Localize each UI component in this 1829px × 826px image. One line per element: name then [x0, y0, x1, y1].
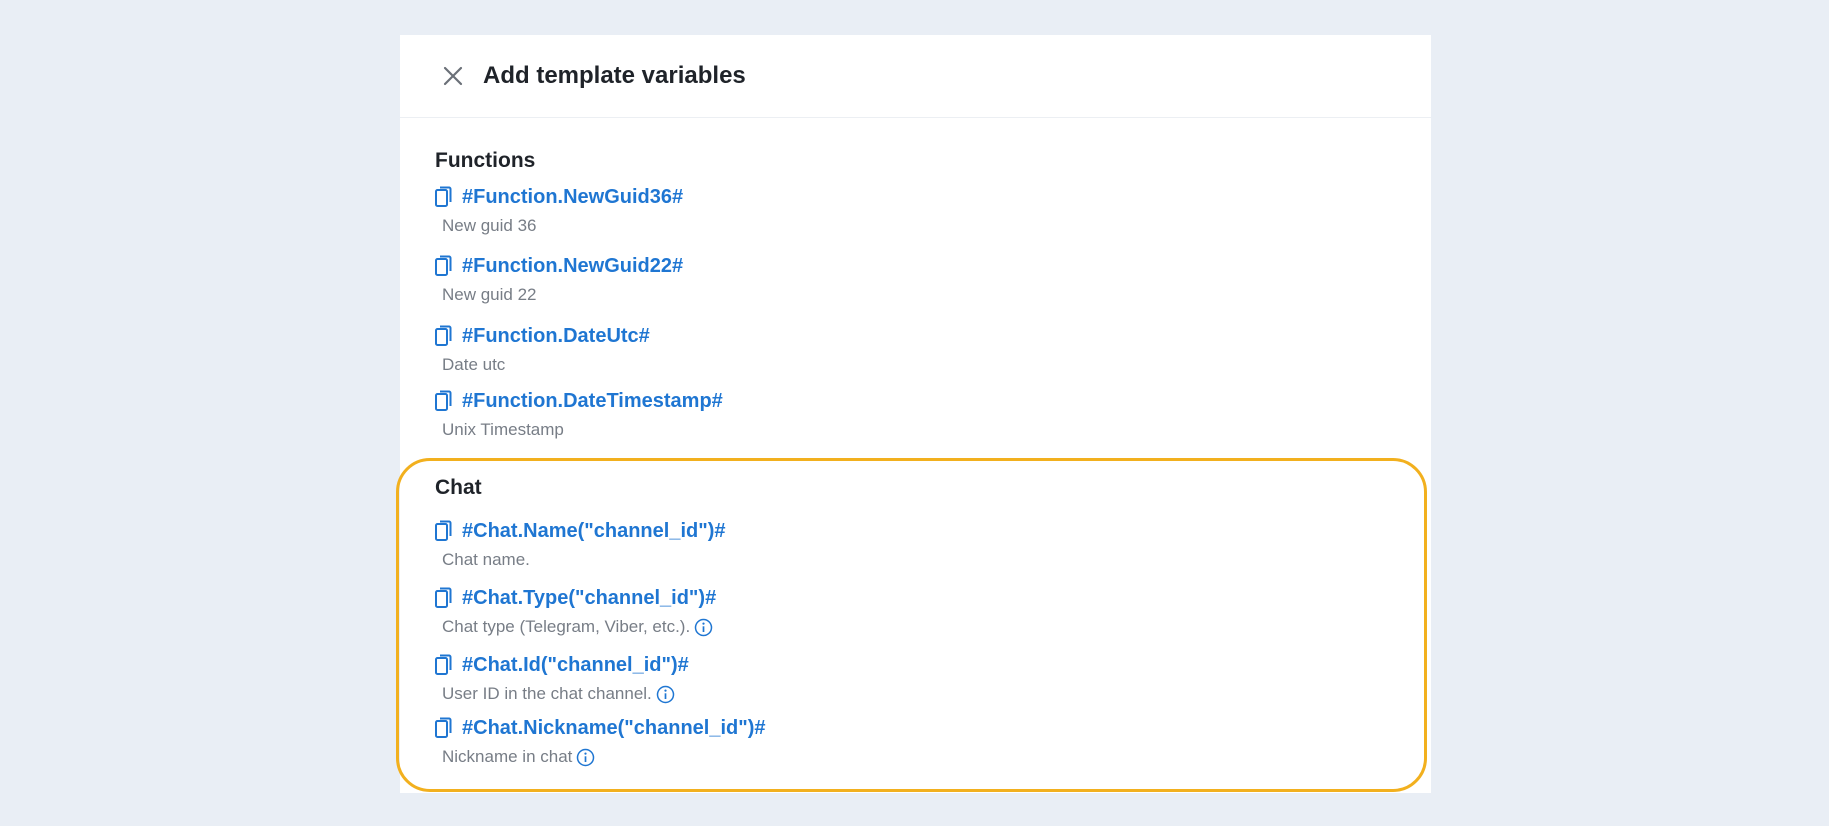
- variable-item: #Chat.Type("channel_id")# Chat type (Tel…: [435, 583, 716, 639]
- close-icon: [443, 66, 463, 86]
- variable-link[interactable]: #Chat.Nickname("channel_id")#: [435, 713, 766, 743]
- copy-icon[interactable]: [435, 654, 452, 676]
- variable-description: Unix Timestamp: [442, 420, 564, 439]
- variable-name[interactable]: #Function.DateUtc#: [462, 321, 650, 351]
- variable-item: #Chat.Name("channel_id")# Chat name.: [435, 516, 725, 572]
- variable-name[interactable]: #Chat.Name("channel_id")#: [462, 516, 725, 546]
- copy-icon[interactable]: [435, 717, 452, 739]
- copy-icon[interactable]: [435, 325, 452, 347]
- variable-description: New guid 22: [442, 285, 537, 304]
- copy-icon[interactable]: [435, 520, 452, 542]
- variable-link[interactable]: #Chat.Id("channel_id")#: [435, 650, 689, 680]
- dialog-header: Add template variables: [400, 35, 1431, 118]
- variable-description: Chat name.: [442, 550, 530, 569]
- variable-item: #Chat.Id("channel_id")# User ID in the c…: [435, 650, 689, 706]
- info-icon[interactable]: [656, 685, 675, 704]
- copy-icon[interactable]: [435, 255, 452, 277]
- variable-link[interactable]: #Chat.Type("channel_id")#: [435, 583, 716, 613]
- variable-item: #Function.DateTimestamp# Unix Timestamp: [435, 386, 723, 442]
- close-button[interactable]: [438, 61, 468, 91]
- variable-link[interactable]: #Function.DateTimestamp#: [435, 386, 723, 416]
- variable-link[interactable]: #Chat.Name("channel_id")#: [435, 516, 725, 546]
- copy-icon[interactable]: [435, 186, 452, 208]
- variable-name[interactable]: #Function.NewGuid22#: [462, 251, 683, 281]
- variable-link[interactable]: #Function.NewGuid36#: [435, 182, 683, 212]
- section-title-chat: Chat: [435, 476, 482, 499]
- variable-description: Nickname in chat: [442, 747, 573, 766]
- info-icon[interactable]: [576, 748, 595, 767]
- variable-description: Date utc: [442, 355, 506, 374]
- variable-description: New guid 36: [442, 216, 537, 235]
- variable-item: #Chat.Nickname("channel_id")# Nickname i…: [435, 713, 766, 769]
- variable-item: #Function.NewGuid36# New guid 36: [435, 182, 683, 238]
- info-icon[interactable]: [694, 618, 713, 637]
- variable-item: #Function.NewGuid22# New guid 22: [435, 251, 683, 307]
- template-variables-dialog: Add template variables Functions #Functi…: [400, 35, 1431, 793]
- section-title-functions: Functions: [435, 149, 536, 172]
- variable-name[interactable]: #Function.DateTimestamp#: [462, 386, 723, 416]
- variable-name[interactable]: #Function.NewGuid36#: [462, 182, 683, 212]
- variable-description: Chat type (Telegram, Viber, etc.).: [442, 617, 691, 636]
- variable-link[interactable]: #Function.DateUtc#: [435, 321, 650, 351]
- variable-name[interactable]: #Chat.Type("channel_id")#: [462, 583, 716, 613]
- variable-name[interactable]: #Chat.Id("channel_id")#: [462, 650, 689, 680]
- variable-description: User ID in the chat channel.: [442, 684, 652, 703]
- variable-item: #Function.DateUtc# Date utc: [435, 321, 650, 377]
- copy-icon[interactable]: [435, 587, 452, 609]
- variable-link[interactable]: #Function.NewGuid22#: [435, 251, 683, 281]
- variable-name[interactable]: #Chat.Nickname("channel_id")#: [462, 713, 766, 743]
- copy-icon[interactable]: [435, 390, 452, 412]
- dialog-title: Add template variables: [483, 62, 746, 89]
